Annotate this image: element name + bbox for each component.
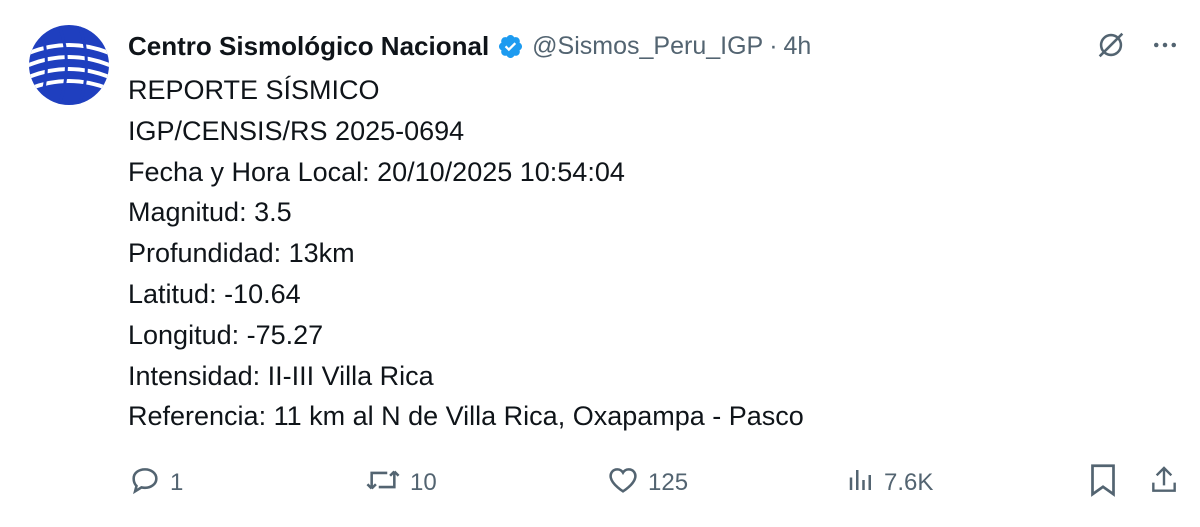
more-icon[interactable]: [1150, 30, 1180, 60]
avatar[interactable]: [29, 25, 109, 105]
tweet-line: Intensidad: II-III Villa Rica: [128, 360, 434, 391]
repost-icon: [364, 463, 402, 504]
reply-icon: [128, 463, 162, 504]
tweet-line: Longitud: -75.27: [128, 319, 324, 350]
tweet-line: Profundidad: 13km: [128, 238, 355, 269]
views-count: 7.6K: [884, 469, 934, 496]
views-icon: [846, 463, 876, 504]
repost-count: 10: [410, 469, 437, 496]
share-button[interactable]: [1148, 463, 1180, 504]
tweet-line: Referencia: 11 km al N de Villa Rica, Ox…: [128, 401, 804, 432]
reply-button[interactable]: 1: [128, 463, 183, 504]
like-button[interactable]: 125: [606, 463, 688, 504]
grok-icon[interactable]: [1094, 28, 1128, 62]
bookmark-button[interactable]: [1088, 462, 1118, 505]
like-icon: [606, 463, 640, 504]
share-icon: [1148, 463, 1180, 504]
author-handle[interactable]: @Sismos_Peru_IGP: [532, 32, 763, 61]
views-button[interactable]: 7.6K: [846, 463, 933, 504]
like-count: 125: [648, 469, 689, 496]
tweet-header: Centro Sismológico Nacional @Sismos_Peru…: [128, 26, 811, 66]
tweet-line: Magnitud: 3.5: [128, 197, 292, 228]
tweet-time[interactable]: 4h: [784, 32, 812, 61]
reply-count: 1: [170, 469, 184, 496]
verified-badge-icon[interactable]: [497, 33, 524, 60]
header-separator: ·: [769, 31, 778, 60]
author-name[interactable]: Centro Sismológico Nacional: [128, 31, 489, 62]
tweet-line: IGP/CENSIS/RS 2025-0694: [128, 115, 465, 146]
tweet-text: REPORTE SÍSMICO IGP/CENSIS/RS 2025-0694 …: [128, 70, 804, 437]
avatar-logo-icon: [29, 25, 109, 105]
repost-button[interactable]: 10: [364, 463, 437, 504]
tweet-line: REPORTE SÍSMICO: [128, 75, 380, 105]
tweet-top-actions: [1094, 28, 1180, 62]
bookmark-icon: [1088, 462, 1118, 505]
tweet-actions: 1 10 125 7.6K: [128, 463, 1180, 503]
tweet-line: Latitud: -10.64: [128, 278, 301, 309]
tweet-line: Fecha y Hora Local: 20/10/2025 10:54:04: [128, 156, 625, 187]
